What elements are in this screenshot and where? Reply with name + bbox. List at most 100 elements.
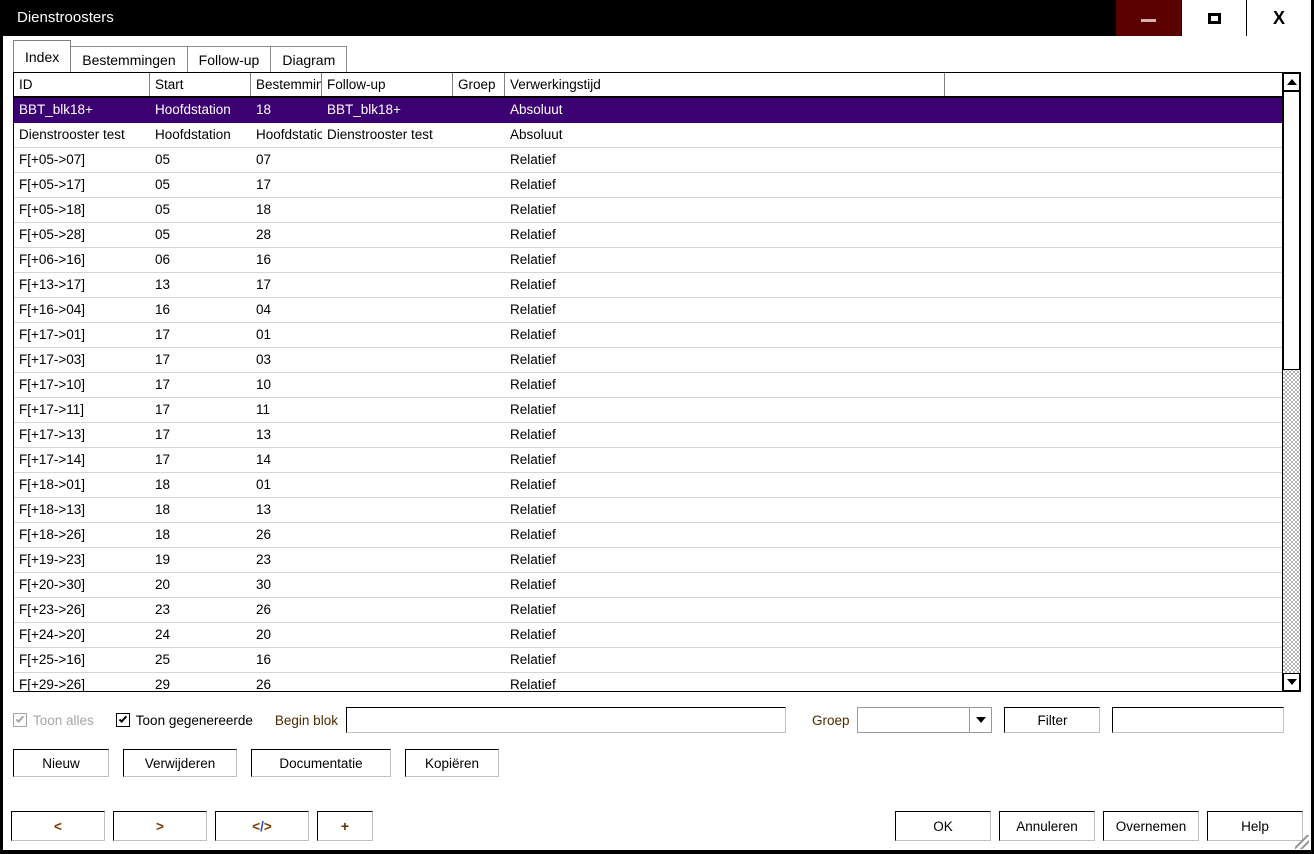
table-row[interactable]: F[+17->13] 17 13 Relatief <box>14 423 1282 448</box>
cell-start: 20 <box>155 577 171 592</box>
resize-grip-icon[interactable] <box>1295 835 1309 849</box>
table-row[interactable]: F[+19->23] 19 23 Relatief <box>14 548 1282 573</box>
cell-bestemming: 01 <box>256 477 272 492</box>
cell-start: 17 <box>155 427 171 442</box>
scrollbar-thumb[interactable] <box>1283 91 1300 370</box>
dienstroosters-grid: ID Start Bestemming Follow-up Groep Verw… <box>13 72 1301 692</box>
add-button[interactable]: + <box>317 811 373 841</box>
cell-id: F[+29->26] <box>19 677 86 691</box>
tab-diagram[interactable]: Diagram <box>270 46 348 72</box>
table-row[interactable]: F[+24->20] 24 20 Relatief <box>14 623 1282 648</box>
cell-id: F[+17->01] <box>19 327 86 342</box>
column-header-bestemming[interactable]: Bestemming <box>251 73 322 96</box>
cell-start: 13 <box>155 277 171 292</box>
checkbox-checked-icon <box>13 713 27 727</box>
cell-id: F[+25->16] <box>19 652 86 667</box>
cell-start: 16 <box>155 302 171 317</box>
column-header-verwerkingstijd[interactable]: Verwerkingstijd <box>505 73 945 96</box>
cell-bestemming: 13 <box>256 502 272 517</box>
minimize-icon <box>1141 18 1156 22</box>
table-row[interactable]: F[+29->26] 29 26 Relatief <box>14 673 1282 691</box>
previous-button[interactable]: < <box>11 811 105 841</box>
overnemen-button[interactable]: Overnemen <box>1103 811 1199 841</box>
close-button[interactable]: X <box>1246 0 1311 36</box>
table-row[interactable]: F[+16->04] 16 04 Relatief <box>14 298 1282 323</box>
table-row[interactable]: F[+05->18] 05 18 Relatief <box>14 198 1282 223</box>
cell-verwerkingstijd: Relatief <box>510 252 556 267</box>
filter-value-input[interactable] <box>1112 707 1285 733</box>
action-button-row: Nieuw Verwijderen Documentatie Kopiëren <box>13 749 1301 777</box>
table-row[interactable]: F[+17->03] 17 03 Relatief <box>14 348 1282 373</box>
column-header-id[interactable]: ID <box>14 73 150 96</box>
scroll-down-button[interactable] <box>1283 673 1300 691</box>
cell-bestemming: 16 <box>256 652 272 667</box>
cell-bestemming: 23 <box>256 552 272 567</box>
table-row[interactable]: F[+18->01] 18 01 Relatief <box>14 473 1282 498</box>
cell-verwerkingstijd: Relatief <box>510 202 556 217</box>
kopieren-button[interactable]: Kopiëren <box>405 749 499 777</box>
nieuw-button[interactable]: Nieuw <box>13 749 109 777</box>
tab-follow-up[interactable]: Follow-up <box>186 46 272 72</box>
table-row[interactable]: F[+05->17] 05 17 Relatief <box>14 173 1282 198</box>
table-row[interactable]: F[+20->30] 20 30 Relatief <box>14 573 1282 598</box>
cell-bestemming: 18 <box>256 202 272 217</box>
annuleren-button[interactable]: Annuleren <box>999 811 1095 841</box>
cell-bestemming: 17 <box>256 277 272 292</box>
cell-verwerkingstijd: Relatief <box>510 402 556 417</box>
table-row[interactable]: Dienstrooster test Hoofdstation Hoofdstati… <box>14 123 1282 148</box>
table-row[interactable]: BBT_blk18+ Hoofdstation 18 BBT_blk18+ Absolu… <box>14 98 1282 123</box>
table-row[interactable]: F[+18->13] 18 13 Relatief <box>14 498 1282 523</box>
table-row[interactable]: F[+05->07] 05 07 Relatief <box>14 148 1282 173</box>
cell-id: F[+05->07] <box>19 152 86 167</box>
table-row[interactable]: F[+05->28] 05 28 Relatief <box>14 223 1282 248</box>
scroll-up-button[interactable] <box>1283 73 1300 91</box>
next-button[interactable]: > <box>113 811 207 841</box>
tab-bestemmingen[interactable]: Bestemmingen <box>70 46 188 72</box>
code-button[interactable]: </> <box>215 811 309 841</box>
tab-index[interactable]: Index <box>13 40 72 72</box>
documentatie-button[interactable]: Documentatie <box>251 749 391 777</box>
scroll-up-icon <box>1286 79 1297 85</box>
filter-button[interactable]: Filter <box>1004 707 1101 733</box>
minimize-button[interactable] <box>1116 0 1181 36</box>
help-button[interactable]: Help <box>1207 811 1303 841</box>
cell-id: F[+05->28] <box>19 227 86 242</box>
table-row[interactable]: F[+25->16] 25 16 Relatief <box>14 648 1282 673</box>
cell-verwerkingstijd: Relatief <box>510 577 556 592</box>
column-header-start[interactable]: Start <box>150 73 251 96</box>
cell-bestemming: 26 <box>256 527 272 542</box>
groep-dropdown[interactable] <box>857 707 993 733</box>
cell-bestemming: 26 <box>256 677 272 691</box>
table-row[interactable]: F[+17->14] 17 14 Relatief <box>14 448 1282 473</box>
cell-verwerkingstijd: Relatief <box>510 152 556 167</box>
maximize-icon <box>1207 12 1221 24</box>
table-row[interactable]: F[+13->17] 13 17 Relatief <box>14 273 1282 298</box>
application-window: Dienstroosters X Index Bestemmingen Foll… <box>0 0 1314 854</box>
cell-id: F[+18->01] <box>19 477 86 492</box>
table-row[interactable]: F[+17->11] 17 11 Relatief <box>14 398 1282 423</box>
grid-body[interactable]: BBT_blk18+ Hoofdstation 18 BBT_blk18+ Absolu… <box>14 98 1282 691</box>
grid-vertical-scrollbar[interactable] <box>1282 73 1300 691</box>
begin-blok-input[interactable] <box>345 707 786 733</box>
table-row[interactable]: F[+18->26] 18 26 Relatief <box>14 523 1282 548</box>
cell-follow-up: BBT_blk18+ <box>327 102 401 117</box>
toon-alles-label: Toon alles <box>33 712 94 728</box>
chevron-down-icon[interactable] <box>969 708 992 732</box>
table-row[interactable]: F[+06->16] 06 16 Relatief <box>14 248 1282 273</box>
title-bar: Dienstroosters X <box>3 0 1311 36</box>
table-row[interactable]: F[+17->01] 17 01 Relatief <box>14 323 1282 348</box>
column-header-follow-up[interactable]: Follow-up <box>322 73 453 96</box>
scrollbar-track[interactable] <box>1283 91 1300 673</box>
previous-icon: < <box>54 818 62 834</box>
column-header-filler[interactable] <box>945 73 1282 96</box>
maximize-button[interactable] <box>1181 0 1246 36</box>
verwijderen-button[interactable]: Verwijderen <box>123 749 237 777</box>
table-row[interactable]: F[+23->26] 23 26 Relatief <box>14 598 1282 623</box>
cell-id: F[+17->11] <box>19 402 85 417</box>
column-header-groep[interactable]: Groep <box>453 73 505 96</box>
table-row[interactable]: F[+17->10] 17 10 Relatief <box>14 373 1282 398</box>
cell-start: 25 <box>155 652 171 667</box>
ok-button[interactable]: OK <box>895 811 991 841</box>
toon-gegenereerde-checkbox[interactable]: Toon gegenereerde <box>115 713 253 728</box>
toon-alles-checkbox[interactable]: Toon alles <box>13 713 94 728</box>
